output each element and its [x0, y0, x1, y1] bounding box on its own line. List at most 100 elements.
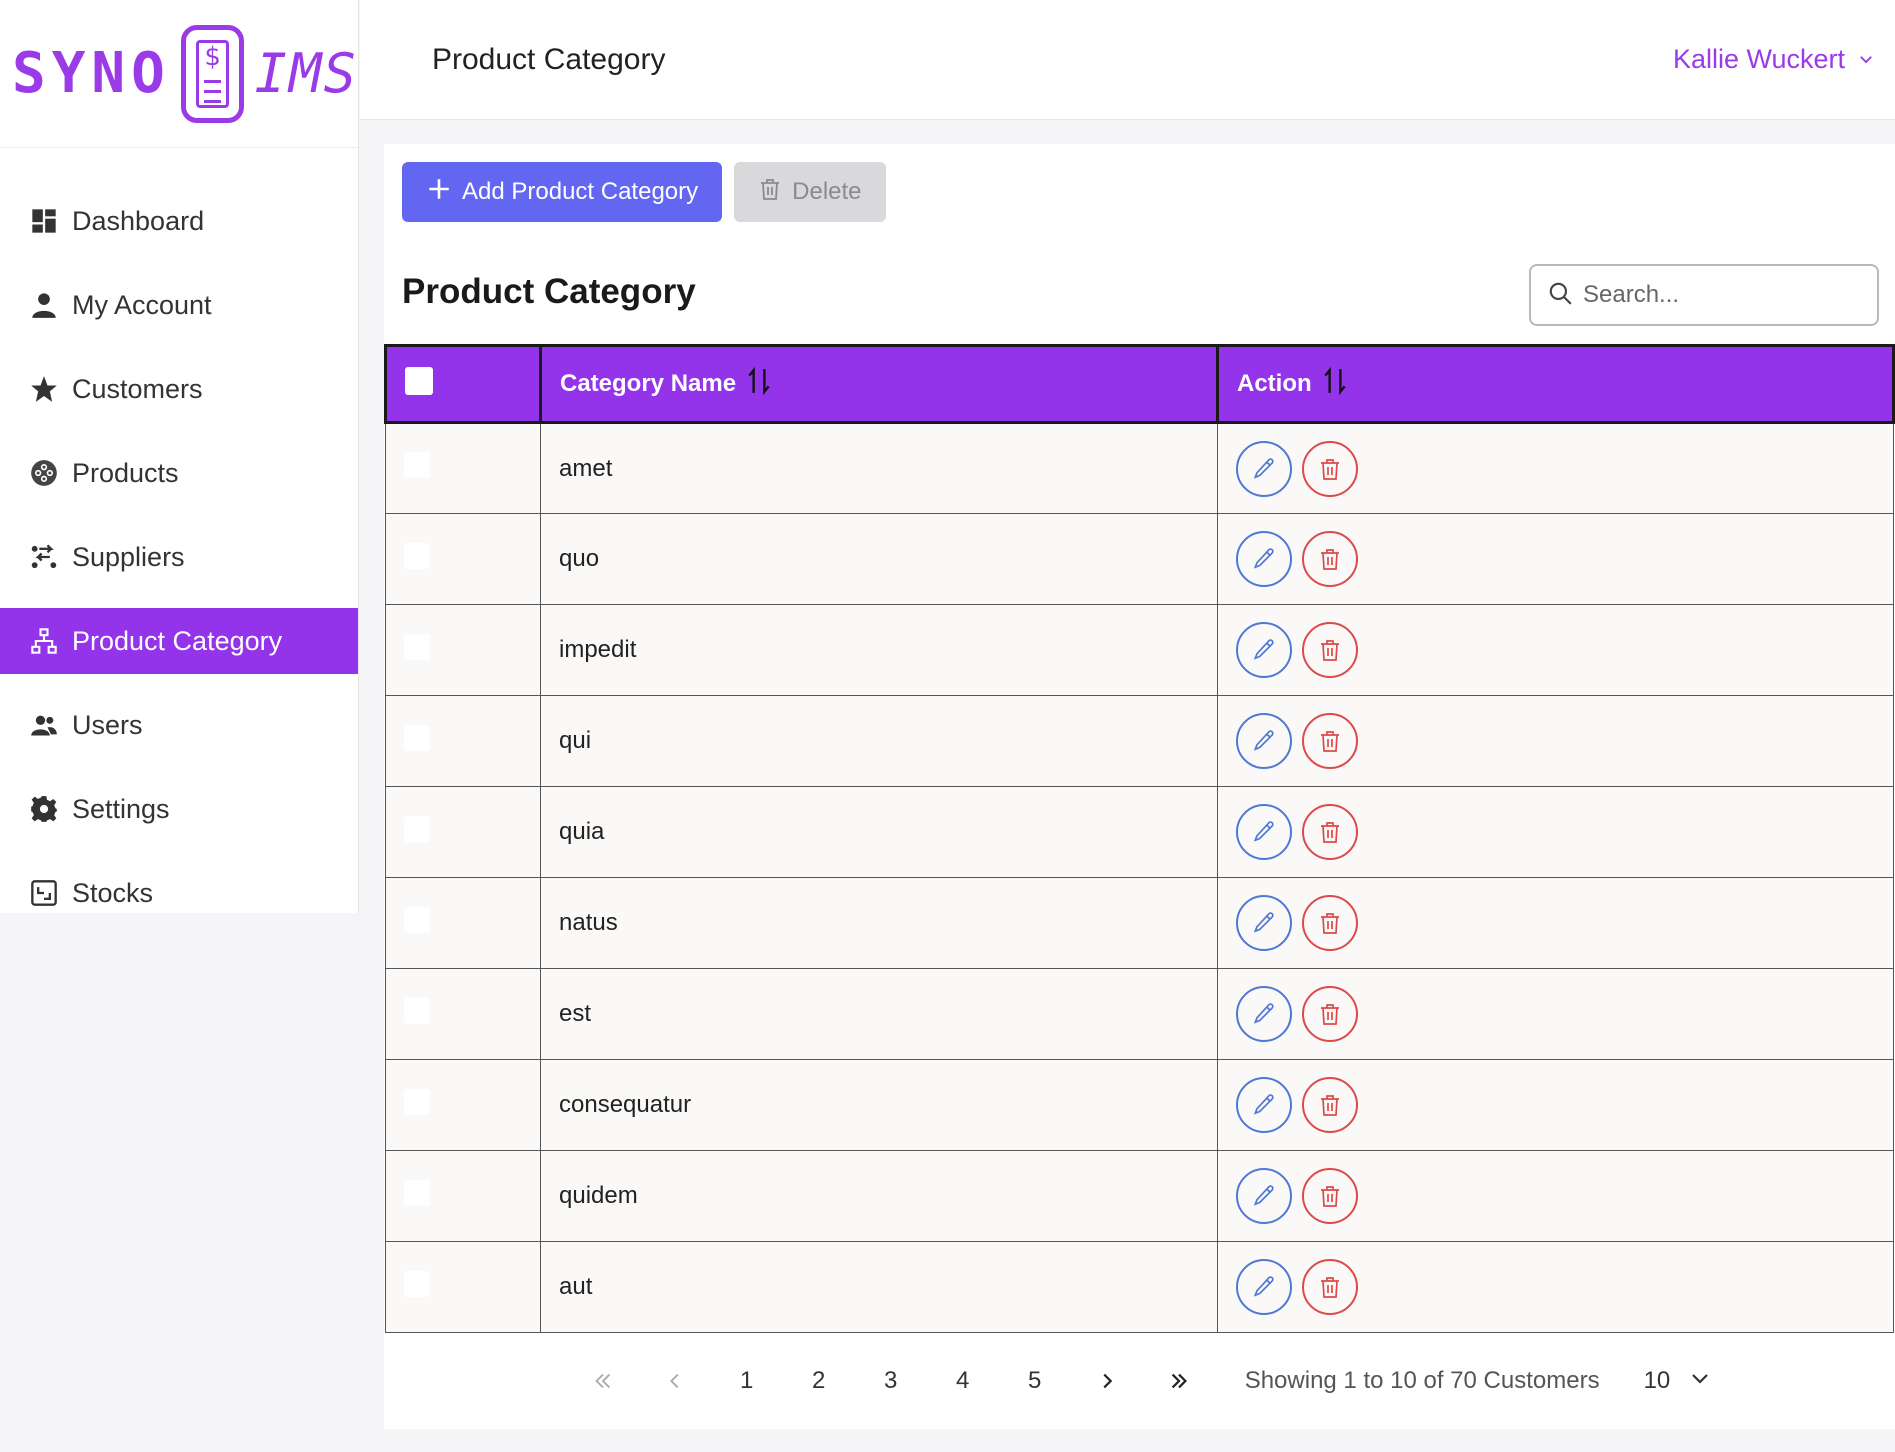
delete-icon[interactable]	[1302, 531, 1358, 587]
sidebar-item-customers[interactable]: Customers	[0, 356, 358, 422]
table-header-row: Category Name Action	[384, 344, 1895, 424]
sidebar: SYNO $ IMS Dashboard My Account Customer…	[0, 0, 359, 913]
column-header-action[interactable]: Action	[1216, 344, 1895, 424]
row-select-cell	[385, 877, 541, 969]
row-checkbox[interactable]	[404, 906, 430, 933]
category-name-cell: qui	[540, 695, 1218, 787]
delete-icon[interactable]	[1302, 1259, 1358, 1315]
sidebar-item-product-category[interactable]: Product Category	[0, 608, 358, 674]
logo-text-left: SYNO	[12, 41, 171, 106]
delete-icon[interactable]	[1302, 986, 1358, 1042]
edit-icon[interactable]	[1236, 713, 1292, 769]
row-select-cell	[385, 695, 541, 787]
delete-icon[interactable]	[1302, 804, 1358, 860]
sidebar-item-stocks[interactable]: Stocks	[0, 860, 358, 926]
next-page-icon[interactable]	[1071, 1370, 1143, 1392]
sidebar-item-dashboard[interactable]: Dashboard	[0, 188, 358, 254]
edit-icon[interactable]	[1236, 622, 1292, 678]
sidebar-item-suppliers[interactable]: Suppliers	[0, 524, 358, 590]
pagination-info: Showing 1 to 10 of 70 Customers	[1244, 1367, 1600, 1394]
page-title: Product Category	[432, 42, 666, 76]
prev-page-icon[interactable]	[639, 1370, 711, 1392]
sidebar-item-label: Settings	[72, 793, 170, 824]
edit-icon[interactable]	[1236, 1077, 1292, 1133]
row-checkbox[interactable]	[404, 724, 430, 751]
sidebar-item-products[interactable]: Products	[0, 440, 358, 506]
table-row: quo	[385, 513, 1894, 605]
row-checkbox[interactable]	[404, 452, 430, 478]
delete-icon[interactable]	[1302, 713, 1358, 769]
table-body: amet quo impedit qui quia natus est consequatur…	[385, 422, 1894, 1333]
category-name-cell: amet	[540, 422, 1218, 514]
rows-per-page-select[interactable]: 10	[1644, 1366, 1713, 1397]
edit-icon[interactable]	[1236, 531, 1292, 587]
delete-button[interactable]: Delete	[734, 162, 886, 222]
row-checkbox[interactable]	[404, 633, 430, 660]
first-page-icon[interactable]	[567, 1370, 639, 1392]
page-1-button[interactable]: 1	[711, 1367, 783, 1395]
category-name-cell: impedit	[540, 604, 1218, 696]
row-select-cell	[385, 422, 541, 514]
row-checkbox[interactable]	[404, 1179, 430, 1206]
sort-icon[interactable]	[1322, 366, 1348, 402]
logo-text-right: IMS	[254, 42, 358, 105]
page-5-button[interactable]: 5	[999, 1367, 1071, 1395]
sidebar-item-users[interactable]: Users	[0, 692, 358, 758]
row-checkbox[interactable]	[404, 1270, 430, 1297]
row-checkbox[interactable]	[404, 542, 430, 569]
delete-icon[interactable]	[1302, 622, 1358, 678]
page-2-button[interactable]: 2	[783, 1367, 855, 1395]
page-3-button[interactable]: 3	[855, 1367, 927, 1395]
row-select-cell	[385, 1150, 541, 1242]
sidebar-item-settings[interactable]: Settings	[0, 776, 358, 842]
table-row: consequatur	[385, 1059, 1894, 1151]
rows-per-page-value: 10	[1643, 1367, 1671, 1394]
row-checkbox[interactable]	[404, 815, 430, 842]
search-box[interactable]	[1529, 264, 1879, 326]
chevron-down-icon	[1688, 1366, 1712, 1397]
column-header-category-name[interactable]: Category Name	[539, 344, 1219, 424]
search-icon	[1547, 280, 1573, 311]
table-row: quia	[385, 786, 1894, 878]
sitemap-icon	[30, 627, 58, 655]
row-select-cell	[385, 1241, 541, 1333]
toolbar: Add Product Category Delete	[402, 162, 886, 222]
pagination: 1 2 3 4 5 Showing 1 to 10 of 70 Customer…	[384, 1349, 1895, 1413]
sidebar-item-my-account[interactable]: My Account	[0, 272, 358, 338]
category-name-cell: consequatur	[540, 1059, 1218, 1151]
edit-icon[interactable]	[1236, 804, 1292, 860]
search-input[interactable]	[1583, 281, 1853, 309]
page-4-button[interactable]: 4	[927, 1367, 999, 1395]
edit-icon[interactable]	[1236, 1259, 1292, 1315]
last-page-icon[interactable]	[1143, 1370, 1215, 1392]
edit-icon[interactable]	[1236, 1168, 1292, 1224]
action-cell	[1217, 422, 1894, 514]
delete-icon[interactable]	[1302, 895, 1358, 951]
edit-icon[interactable]	[1236, 986, 1292, 1042]
delete-icon[interactable]	[1302, 1168, 1358, 1224]
table-row: natus	[385, 877, 1894, 969]
edit-icon[interactable]	[1236, 895, 1292, 951]
gear-icon	[30, 795, 58, 823]
sort-icon[interactable]	[746, 366, 772, 402]
action-cell	[1217, 786, 1894, 878]
delete-button-label: Delete	[792, 178, 862, 205]
sidebar-item-label: Stocks	[72, 877, 154, 908]
user-menu[interactable]: Kallie Wuckert	[1673, 44, 1875, 75]
column-header-label: Action	[1237, 370, 1312, 397]
row-select-cell	[385, 513, 541, 605]
table-row: est	[385, 968, 1894, 1060]
delete-icon[interactable]	[1302, 440, 1358, 497]
delete-icon[interactable]	[1302, 1077, 1358, 1133]
select-all-checkbox[interactable]	[405, 366, 433, 395]
action-cell	[1217, 604, 1894, 696]
user-name: Kallie Wuckert	[1672, 44, 1845, 74]
edit-icon[interactable]	[1236, 440, 1292, 497]
sidebar-nav: Dashboard My Account Customers Products …	[0, 148, 358, 926]
action-cell	[1217, 1059, 1894, 1151]
row-checkbox[interactable]	[404, 997, 430, 1024]
sidebar-item-label: Users	[72, 709, 143, 740]
add-product-category-button[interactable]: Add Product Category	[402, 162, 723, 222]
app-logo[interactable]: SYNO $ IMS	[0, 0, 358, 148]
row-checkbox[interactable]	[404, 1088, 430, 1115]
